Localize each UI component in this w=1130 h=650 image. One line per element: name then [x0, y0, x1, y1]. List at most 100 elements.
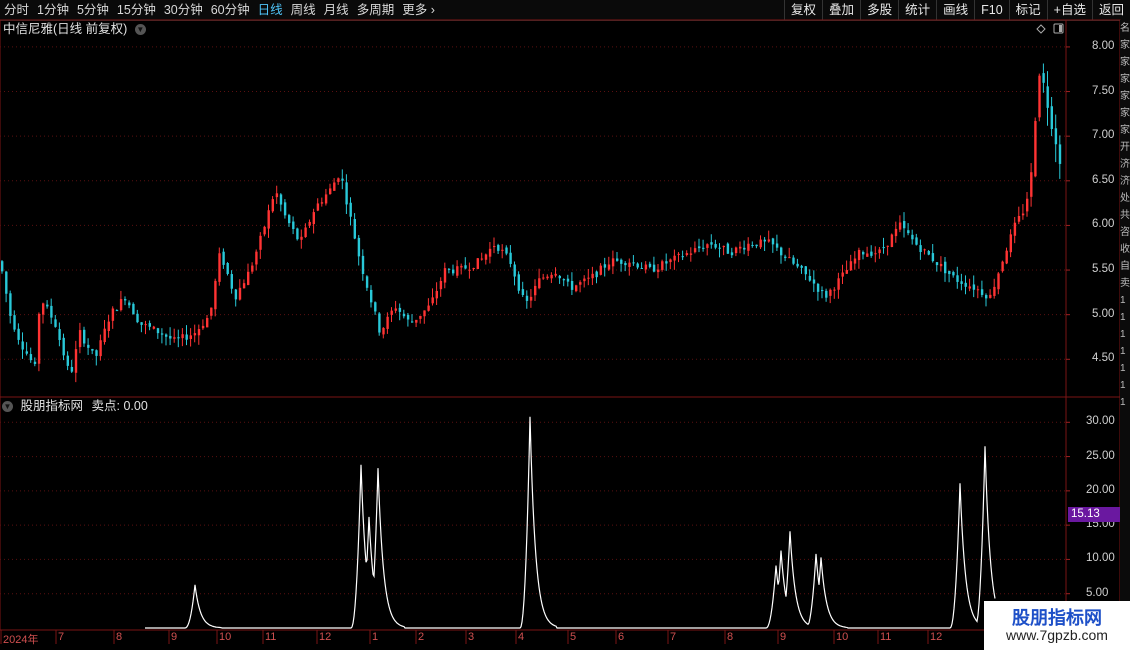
indicator-tick-label: 5.00 — [1086, 586, 1109, 599]
candle-body — [616, 258, 619, 261]
candle-body — [759, 239, 762, 248]
candle-body — [952, 272, 955, 276]
candle-body — [493, 246, 496, 248]
candle-body — [234, 289, 238, 300]
candle-body — [419, 315, 422, 319]
candle-body — [189, 335, 192, 339]
candle-body — [144, 324, 147, 326]
candle-body — [357, 237, 361, 257]
candle-body — [5, 271, 8, 294]
candle-body — [13, 315, 16, 330]
candle-body — [775, 243, 779, 248]
candle-body — [1054, 128, 1058, 145]
candle-body — [210, 307, 213, 316]
right-strip-char: 共 — [1120, 210, 1130, 221]
price-tick-label: 7.50 — [1092, 84, 1115, 97]
candle-body — [242, 283, 246, 289]
candle-body — [119, 299, 123, 311]
candle-body — [538, 278, 541, 289]
candle-body — [849, 261, 853, 271]
candle-body — [870, 251, 873, 256]
candle-body — [546, 276, 549, 279]
candle-body — [78, 330, 82, 348]
candle-body — [1005, 250, 1008, 264]
candle-body — [620, 259, 623, 264]
candle-body — [443, 268, 447, 283]
candle-body — [763, 239, 766, 242]
candle-body — [903, 221, 906, 229]
candle-body — [83, 329, 86, 344]
candle-body — [698, 246, 701, 249]
candle-body — [247, 271, 250, 285]
candle-body — [935, 262, 939, 266]
candle-body — [812, 279, 816, 284]
candle-body — [792, 257, 795, 264]
right-strip-char: 1 — [1120, 346, 1126, 357]
right-strip-char: 1 — [1120, 329, 1126, 340]
candle-body — [460, 265, 463, 268]
candle-body — [74, 349, 78, 373]
candle-body — [1013, 222, 1017, 236]
candle-body — [365, 276, 369, 288]
candle-body — [689, 253, 693, 255]
right-strip-char: 卖 — [1120, 278, 1130, 289]
candle-body — [890, 234, 894, 248]
candle-body — [521, 289, 525, 296]
candle-body — [693, 248, 697, 253]
right-side-panel[interactable]: 名家家家家家家开济济处共咨收自卖1111111 — [1120, 20, 1130, 630]
candle-body — [886, 245, 889, 247]
candle-body — [398, 307, 402, 312]
candle-body — [169, 335, 172, 339]
candle-body — [136, 313, 139, 323]
candle-body — [611, 258, 615, 267]
candle-body — [320, 202, 324, 204]
candle-body — [201, 325, 205, 329]
candle-body — [370, 289, 373, 303]
x-axis-label: 7 — [58, 631, 65, 643]
right-strip-char: 1 — [1120, 363, 1126, 374]
candle-body — [714, 244, 717, 248]
candle-body — [927, 250, 930, 255]
candle-body — [1026, 198, 1029, 212]
candle-body — [70, 367, 74, 372]
candle-body — [747, 243, 750, 251]
candle-body — [99, 340, 102, 357]
x-axis-label: 8 — [727, 631, 734, 643]
candle-body — [718, 247, 721, 249]
x-axis-label: 3 — [468, 631, 475, 643]
candle-body — [341, 178, 344, 181]
right-strip-char: 1 — [1120, 380, 1126, 391]
candle-body — [972, 284, 976, 290]
candle-body — [743, 247, 746, 250]
candle-body — [878, 249, 881, 254]
candle-body — [238, 287, 242, 300]
candle-body — [755, 244, 758, 247]
candle-body — [993, 286, 996, 296]
candle-body — [706, 244, 709, 248]
candle-body — [989, 294, 992, 298]
right-strip-char: 济 — [1120, 176, 1130, 187]
x-axis-label: 2 — [418, 631, 425, 643]
candle-body — [816, 283, 820, 292]
candle-body — [550, 274, 553, 279]
candle-body — [111, 308, 115, 321]
candle-body — [652, 264, 656, 272]
candle-body — [665, 261, 668, 264]
candle-body — [800, 265, 803, 268]
candle-body — [591, 273, 594, 279]
right-strip-char: 开 — [1120, 142, 1130, 153]
candle-body — [558, 275, 561, 279]
candle-body — [628, 262, 631, 267]
candle-body — [382, 328, 385, 335]
candle-body — [898, 222, 902, 230]
candle-body — [456, 266, 459, 276]
candle-body — [968, 286, 971, 289]
candle-body — [447, 268, 451, 270]
candle-body — [271, 199, 274, 212]
candle-body — [525, 295, 529, 301]
x-axis-label: 12 — [319, 631, 332, 643]
candle-body — [681, 256, 684, 258]
candle-body — [501, 249, 504, 251]
candle-body — [874, 253, 877, 255]
price-tick-label: 4.50 — [1092, 352, 1115, 365]
